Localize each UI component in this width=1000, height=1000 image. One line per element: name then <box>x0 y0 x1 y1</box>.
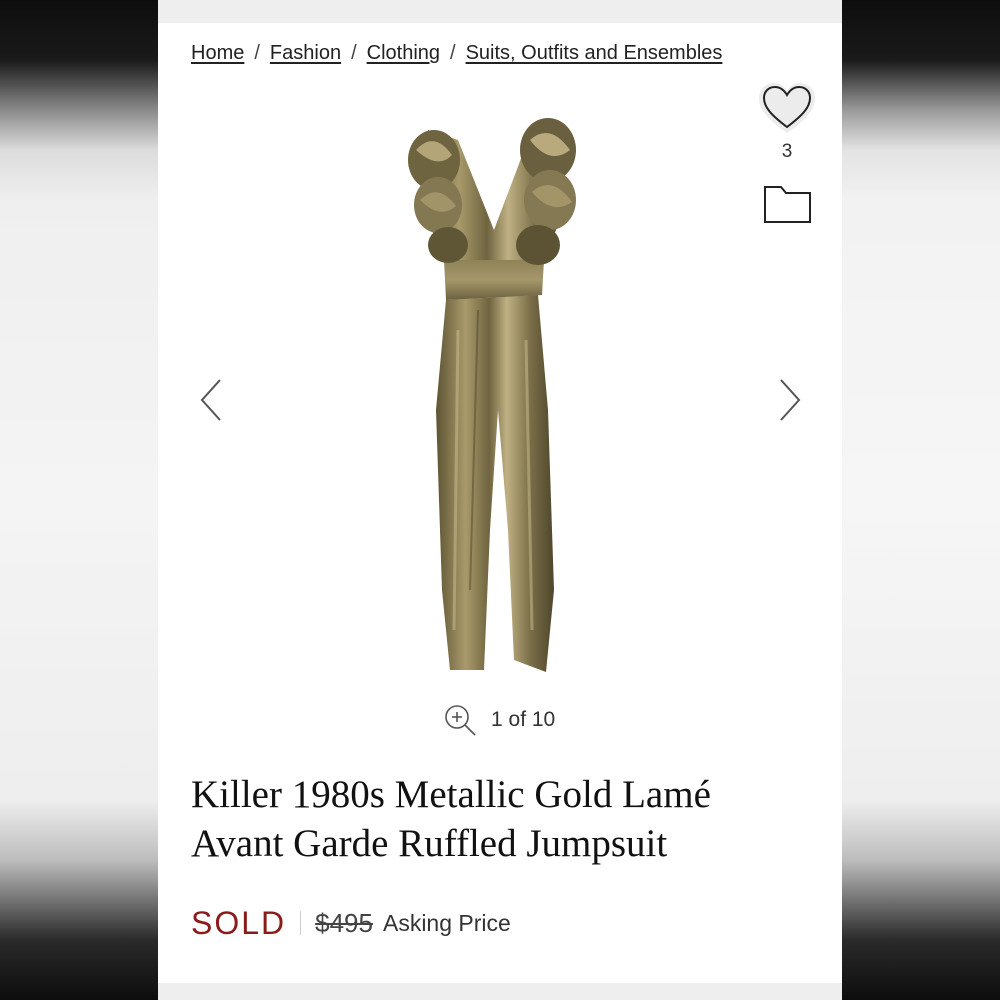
breadcrumb-separator: / <box>450 42 456 64</box>
product-title-line-1: Killer 1980s Metallic Gold Lamé <box>191 773 711 816</box>
asking-price-value: $495 <box>315 907 373 938</box>
breadcrumb: Home / Fashion / Clothing / Suits, Outfits and… <box>191 42 722 65</box>
breadcrumb-fashion[interactable]: Fashion <box>270 42 341 64</box>
next-image-button[interactable] <box>775 376 805 424</box>
folder-icon <box>764 186 811 223</box>
heart-icon <box>759 83 815 133</box>
chevron-right-icon <box>780 379 801 421</box>
breadcrumb-clothing[interactable]: Clothing <box>367 42 440 64</box>
product-page: Home / Fashion / Clothing / Suits, Outfits and… <box>158 0 842 1000</box>
bottom-strip <box>158 983 842 1000</box>
previous-image-button[interactable] <box>196 376 226 424</box>
breadcrumb-separator: / <box>351 42 357 64</box>
asking-price-label: Asking Price <box>382 909 511 936</box>
top-strip <box>158 0 842 23</box>
product-title: Killer 1980s Metallic Gold Lamé Avant Ga… <box>191 770 811 868</box>
chevron-left-icon <box>200 379 221 421</box>
sold-status: SOLD <box>191 904 287 941</box>
zoom-in-icon[interactable] <box>443 703 477 737</box>
breadcrumb-home[interactable]: Home <box>191 42 244 64</box>
save-to-folder-button[interactable] <box>762 182 814 226</box>
breadcrumb-separator: / <box>254 42 260 64</box>
product-title-line-2: Avant Garde Ruffled Jumpsuit <box>191 822 668 865</box>
product-image[interactable] <box>398 110 598 676</box>
image-counter: 1 of 10 <box>491 708 556 731</box>
price-row: SOLD $495 Asking Price <box>191 903 511 943</box>
breadcrumb-suits-outfits[interactable]: Suits, Outfits and Ensembles <box>466 42 723 64</box>
favorite-button[interactable] <box>753 77 821 141</box>
page-backdrop-right <box>842 0 1000 1000</box>
image-pager: 1 of 10 <box>443 703 555 737</box>
price-divider <box>300 911 302 935</box>
jumpsuit-photo <box>408 118 576 672</box>
favorite-count: 3 <box>781 141 793 162</box>
